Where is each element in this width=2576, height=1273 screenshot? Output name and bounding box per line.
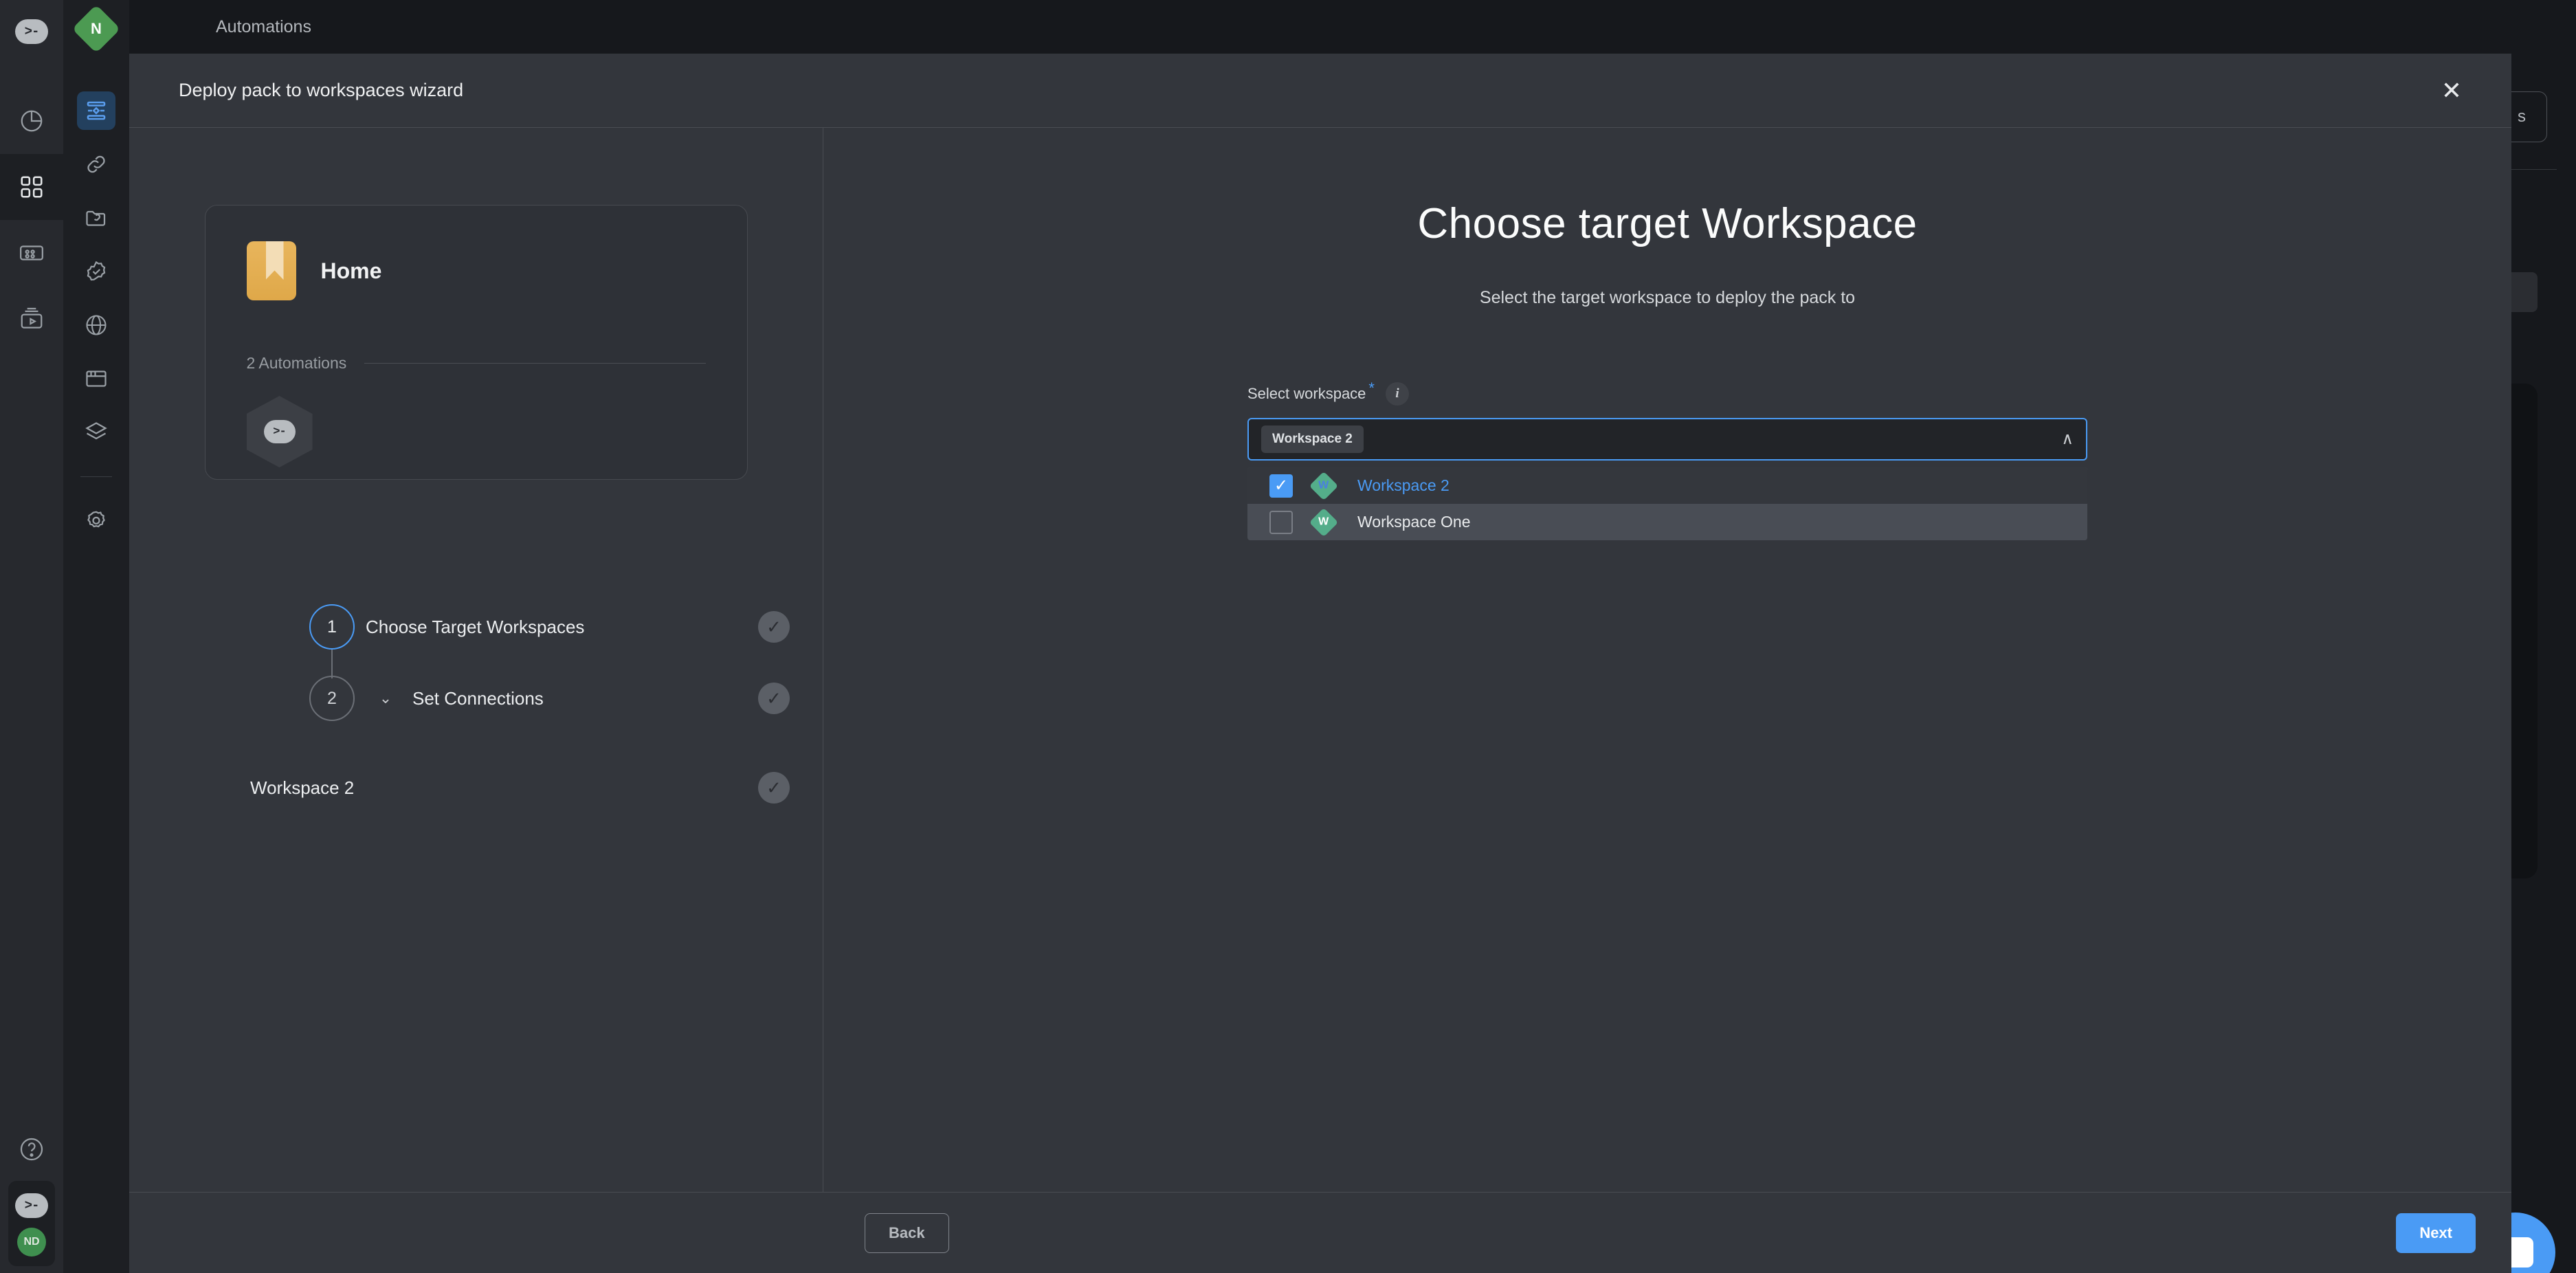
nav-item-browser[interactable] [77,359,115,398]
next-button[interactable]: Next [2396,1213,2476,1253]
app-root: >- >- ND N Automations s Deploy pack to … [0,0,2576,1273]
selected-workspace-token[interactable]: Workspace 2 [1261,425,1364,453]
pack-meta-rule [364,363,706,364]
cards-icon[interactable] [0,220,63,286]
deploy-wizard-modal: Deploy pack to workspaces wizard ✕ Home … [129,54,2511,1273]
required-marker: * [1368,379,1375,397]
apps-icon[interactable] [0,154,63,220]
dropdown-option-label: Workspace 2 [1357,476,1450,494]
automation-hex-icon[interactable]: >- [246,396,313,467]
nav-item-connection-folders[interactable] [77,199,115,237]
back-button[interactable]: Back [865,1213,949,1253]
substep-label: Workspace 2 [250,777,355,798]
workspace-select-field: Select workspace * i Workspace 2 ∧ ✓ W W… [1247,379,2087,540]
step-number: 2 [309,676,355,721]
wizard-substep-workspace[interactable]: Workspace 2 ✓ [129,752,790,823]
brand-logo-icon[interactable]: N [71,4,121,54]
wizard-step-2[interactable]: 2 ⌄ Set Connections ✓ [129,663,790,734]
wizard-subheading: Select the target workspace to deploy th… [1479,288,1856,307]
wizard-steps: 1 Choose Target Workspaces ✓ 2 ⌄ Set Con… [129,591,823,823]
product-logo[interactable]: >- [0,0,63,63]
wizard-heading: Choose target Workspace [1417,200,1918,247]
pack-automation-list: >- [246,396,706,467]
nav-list [77,91,115,540]
dropdown-option-label: Workspace One [1357,513,1471,531]
step-check-icon: ✓ [758,683,790,714]
user-card[interactable]: >- ND [8,1181,55,1266]
info-icon[interactable]: i [1385,382,1409,406]
workspace-avatar-letter: W [1318,516,1329,528]
field-label: Select workspace [1247,385,1366,402]
nav-item-settings[interactable] [77,502,115,540]
workspace-dropdown: ✓ W Workspace 2 W Workspace One [1247,467,2087,540]
pack-header: Home [246,241,706,300]
inner-nav-rail: N [63,0,129,1273]
pack-summary-card: Home 2 Automations >- [204,205,748,480]
modal-title: Deploy pack to workspaces wizard [179,80,464,100]
chevron-up-icon[interactable]: ∧ [2061,431,2074,447]
terminal-logo-icon: >- [15,19,48,44]
modal-header: Deploy pack to workspaces wizard ✕ [129,54,2511,128]
workspace-select-input[interactable]: Workspace 2 ∧ [1247,418,2087,461]
field-label-row: Select workspace * i [1247,379,2087,406]
checkbox-unchecked-icon[interactable] [1269,510,1293,534]
modal-body: Home 2 Automations >- 1 Choose Target Wo… [129,128,2511,1192]
nav-item-verified[interactable] [77,252,115,291]
pack-meta: 2 Automations [247,354,706,373]
workspace-avatar-icon: W [1309,507,1339,537]
workspace-avatar-letter: W [1318,479,1329,491]
wizard-main: Choose target Workspace Select the targe… [823,128,2511,1192]
pack-automations-count: 2 Automations [246,354,347,372]
chevron-down-icon[interactable]: ⌄ [370,689,401,707]
step-label: Set Connections [412,687,544,709]
outer-rail-bottom: >- ND [0,1118,63,1273]
substep-check-icon: ✓ [758,772,790,804]
wizard-step-1[interactable]: 1 Choose Target Workspaces ✓ [129,591,790,678]
help-icon[interactable] [0,1118,63,1181]
step-number: 1 [309,604,355,650]
step-label: Choose Target Workspaces [366,616,585,637]
terminal-avatar-icon: >- [15,1193,48,1218]
workspace-avatar-icon: W [1309,471,1339,500]
outer-rail-items [0,88,63,352]
nav-item-layers[interactable] [77,413,115,452]
checkbox-checked-icon[interactable]: ✓ [1269,474,1293,498]
nav-divider [80,476,112,477]
step-check-icon: ✓ [758,611,790,643]
pack-folder-icon [246,241,296,300]
dropdown-option-workspace-2[interactable]: ✓ W Workspace 2 [1247,467,2087,504]
close-icon[interactable]: ✕ [2432,71,2472,111]
modal-footer: Back Next [129,1192,2511,1273]
nav-item-global[interactable] [77,306,115,344]
wizard-sidebar: Home 2 Automations >- 1 Choose Target Wo… [129,128,823,1192]
nav-item-connections[interactable] [77,145,115,184]
analytics-icon[interactable] [0,88,63,154]
avatar[interactable]: ND [17,1228,46,1257]
media-icon[interactable] [0,286,63,352]
pack-name: Home [320,258,382,283]
page-title: Automations [216,16,311,36]
nav-item-automations[interactable] [77,91,115,130]
outer-rail: >- >- ND [0,0,63,1273]
brand-initial: N [91,19,102,37]
dropdown-option-workspace-one[interactable]: W Workspace One [1247,504,2087,540]
topbar: Automations [129,0,2576,54]
terminal-icon: >- [263,420,296,443]
